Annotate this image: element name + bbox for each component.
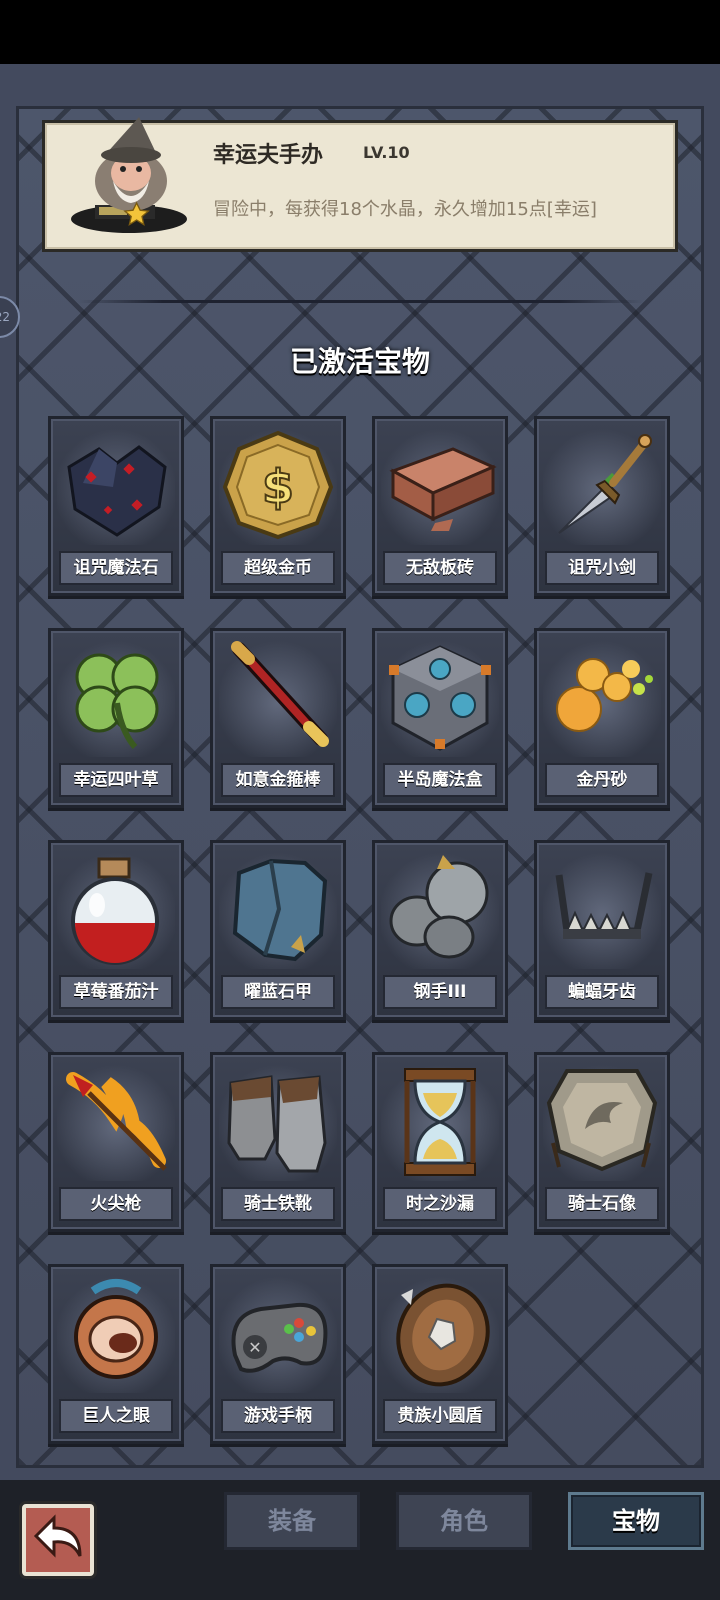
treasure-slot[interactable]: 贵族小圆盾 [372,1264,508,1444]
blue-armor-icon [232,858,328,962]
golden-pills-icon [556,658,653,732]
side-badge-count: 22 [0,310,10,324]
treasure-label: 贵族小圆盾 [383,1399,497,1433]
tab-character[interactable]: 角色 [396,1492,532,1550]
treasure-label: 幸运四叶草 [59,763,173,797]
iron-boots-icon [227,1075,327,1173]
treasure-label: 超级金币 [221,551,335,585]
tab-treasure[interactable]: 宝物 [568,1492,704,1550]
gold-coin-icon: $ [222,430,334,540]
hero-description: 冒险中，每获得18个水晶，永久增加15点[幸运] [213,199,597,220]
treasure-label: 蝙蝠牙齿 [545,975,659,1009]
treasure-slot[interactable]: ✕ 游戏手柄 [210,1264,346,1444]
bat-teeth-icon [555,872,653,939]
treasure-slot[interactable]: 时之沙漏 [372,1052,508,1232]
magic-cube-icon [389,645,491,751]
stone-tablet-icon [546,1069,658,1172]
back-button[interactable] [22,1504,94,1576]
clover-icon [75,653,159,749]
treasure-slot[interactable]: 草莓番茄汁 [48,840,184,1020]
fire-spear-icon [66,1072,167,1171]
treasure-slot[interactable]: 蝙蝠牙齿 [534,840,670,1020]
round-shield-icon [396,1283,490,1387]
gamepad-icon: ✕ [231,1302,328,1373]
treasure-label: 金丹砂 [545,763,659,797]
treasure-slot[interactable]: $ 超级金币 [210,416,346,596]
hero-name: 幸运夫手办 [213,143,324,168]
treasure-label: 钢手III [383,975,497,1009]
back-arrow-icon [33,1514,82,1558]
tab-equipment[interactable]: 装备 [224,1492,360,1550]
treasure-slot[interactable]: 曜蓝石甲 [210,840,346,1020]
treasure-slot[interactable]: 无敌板砖 [372,416,508,596]
treasure-label: 草莓番茄汁 [59,975,173,1009]
treasure-label: 无敌板砖 [383,551,497,585]
treasure-slot[interactable]: 幸运四叶草 [48,628,184,808]
treasure-label: 游戏手柄 [221,1399,335,1433]
treasure-slot[interactable]: 金丹砂 [534,628,670,808]
treasure-slot[interactable]: 诅咒小剑 [534,416,670,596]
treasure-label: 时之沙漏 [383,1187,497,1221]
treasure-slot[interactable]: 火尖枪 [48,1052,184,1232]
treasure-slot[interactable]: 巨人之眼 [48,1264,184,1444]
section-divider [78,300,644,303]
treasure-label: 诅咒魔法石 [59,551,173,585]
steel-gauntlet-icon [389,855,489,959]
treasure-label: 半岛魔法盒 [383,763,497,797]
hourglass-icon [404,1068,476,1176]
treasure-label: 火尖枪 [59,1187,173,1221]
section-title: 已激活宝物 [289,345,430,378]
treasure-label: 骑士石像 [545,1187,659,1221]
treasure-label: 巨人之眼 [59,1399,173,1433]
treasure-slot[interactable]: 骑士铁靴 [210,1052,346,1232]
hero-level: LV.10 [363,143,410,162]
staff-icon [231,641,329,747]
wizard-figurine-icon [71,117,187,233]
treasure-label: 诅咒小剑 [545,551,659,585]
brick-icon [389,447,497,531]
treasure-slot[interactable]: 诅咒魔法石 [48,416,184,596]
treasure-label: 骑士铁靴 [221,1187,335,1221]
svg-text:$: $ [262,460,294,514]
treasure-slot[interactable]: 如意金箍棒 [210,628,346,808]
svg-text:✕: ✕ [248,1338,261,1357]
treasure-slot[interactable]: 骑士石像 [534,1052,670,1232]
treasure-slot[interactable]: 钢手III [372,840,508,1020]
potion-icon [71,857,159,965]
giant-eye-icon [74,1279,158,1379]
bottom-tab-bar: 装备 角色 宝物 [0,1480,720,1600]
treasure-label: 曜蓝石甲 [221,975,335,1009]
treasure-label: 如意金箍棒 [221,763,335,797]
cursed-stone-icon [67,445,167,537]
hero-card[interactable]: 幸运夫手办 LV.10 冒险中，每获得18个水晶，永久增加15点[幸运] [42,117,678,252]
dagger-icon [558,434,652,534]
treasure-slot[interactable]: 半岛魔法盒 [372,628,508,808]
